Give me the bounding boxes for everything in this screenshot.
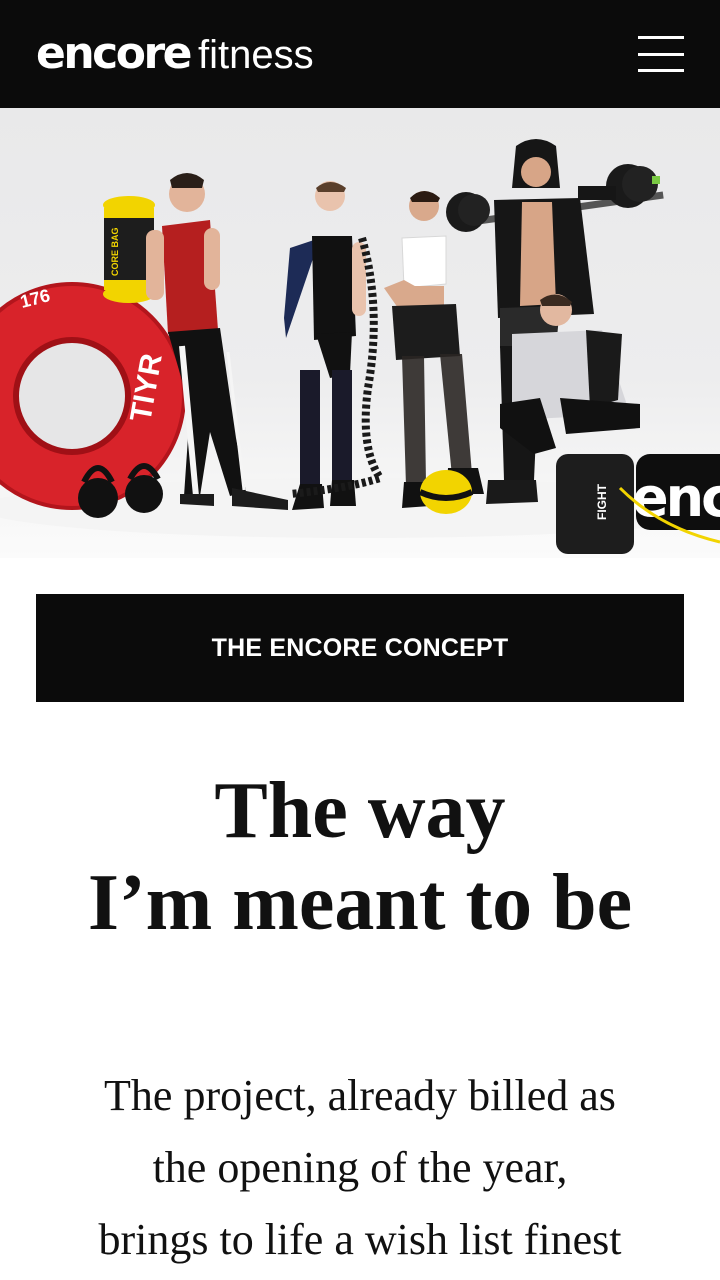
concept-button[interactable]: THE ENCORE CONCEPT <box>36 594 684 702</box>
encore-bag-image: enc <box>618 454 720 544</box>
site-logo[interactable]: encore fitness <box>36 32 314 76</box>
athlete-figure <box>384 191 484 514</box>
site-header: encore fitness <box>0 0 720 108</box>
page-headline: The way I’m meant to be <box>0 765 720 949</box>
bag-label: CORE BAG <box>110 227 120 276</box>
hamburger-icon[interactable] <box>638 36 684 72</box>
athlete-figure <box>284 181 387 510</box>
hero-illustration: 176 TIYR CORE BAG FIGHT enc <box>0 139 720 554</box>
logo-brand-text: encore <box>36 28 193 79</box>
menu-line <box>638 36 684 39</box>
logo-sub-text: fitness <box>198 33 314 77</box>
headline-line-1: The way <box>214 767 506 855</box>
menu-line <box>638 69 684 72</box>
concept-label: THE ENCORE CONCEPT <box>211 633 509 662</box>
hero-image: 176 TIYR CORE BAG FIGHT enc <box>0 108 720 558</box>
intro-line-2: the opening of the year, <box>152 1143 568 1192</box>
intro-line-1: The project, already billed as <box>104 1071 616 1120</box>
menu-line <box>638 52 684 56</box>
headline-line-2: I’m meant to be <box>87 859 633 947</box>
intro-line-3: brings to life a wish list finest <box>98 1215 622 1264</box>
intro-paragraph: The project, already billed as the openi… <box>30 1060 690 1276</box>
bag-brand-text: enc <box>632 466 720 529</box>
fight-bag-image: FIGHT <box>556 454 634 554</box>
fight-bag-label: FIGHT <box>595 483 609 520</box>
